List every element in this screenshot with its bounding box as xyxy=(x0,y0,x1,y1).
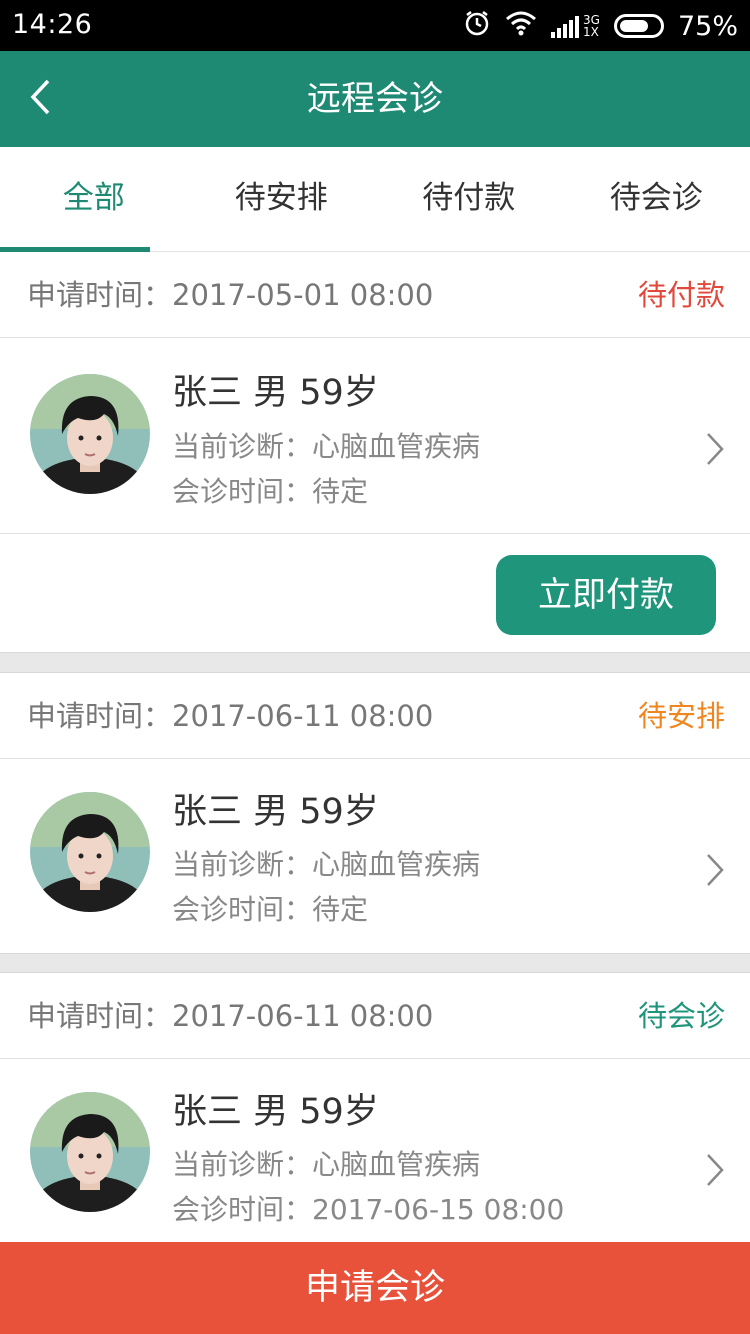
card-body[interactable]: 张三 男 59岁 当前诊断：心脑血管疾病 会诊时间：待定 xyxy=(0,759,750,954)
network-type: 3G 1X xyxy=(583,13,600,39)
card-header: 申请时间：2017-05-01 08:00 待付款 xyxy=(0,252,750,338)
chevron-right-icon xyxy=(706,1153,724,1191)
card-body[interactable]: 张三 男 59岁 当前诊断：心脑血管疾病 会诊时间：待定 xyxy=(0,338,750,533)
consult-time: 会诊时间：待定 xyxy=(172,893,369,926)
battery-percent: 75% xyxy=(677,10,738,42)
diagnosis: 当前诊断：心脑血管疾病 xyxy=(172,1148,481,1181)
tab-pending-payment[interactable]: 待付款 xyxy=(375,147,563,251)
consult-time: 会诊时间：2017-06-15 08:00 xyxy=(172,1193,565,1226)
back-button[interactable] xyxy=(10,69,70,129)
card-footer: 立即付款 xyxy=(0,533,750,652)
consultation-card: 申请时间：2017-06-11 08:00 待会诊 张三 男 59岁 当前诊断：… xyxy=(0,973,750,1254)
chevron-left-icon xyxy=(28,78,52,120)
tab-all[interactable]: 全部 xyxy=(0,147,188,252)
consultation-card: 申请时间：2017-05-01 08:00 待付款 张三 男 59岁 当前诊断：… xyxy=(0,252,750,652)
status-time: 14:26 xyxy=(12,9,93,40)
page-title: 远程会诊 xyxy=(307,79,443,119)
apply-time: 申请时间：2017-05-01 08:00 xyxy=(27,278,434,312)
status-bar: 14:26 3G 1X 75% xyxy=(0,0,750,51)
card-header: 申请时间：2017-06-11 08:00 待安排 xyxy=(0,673,750,759)
card-header: 申请时间：2017-06-11 08:00 待会诊 xyxy=(0,973,750,1059)
divider xyxy=(0,652,750,673)
tab-pending-arrangement[interactable]: 待安排 xyxy=(188,147,376,251)
patient-name: 张三 男 59岁 xyxy=(172,792,379,832)
status-badge: 待安排 xyxy=(637,699,725,733)
status-badge: 待会诊 xyxy=(637,999,725,1033)
consult-time: 会诊时间：待定 xyxy=(172,475,369,508)
tab-bar: 全部 待安排 待付款 待会诊 xyxy=(0,147,750,252)
card-body[interactable]: 张三 男 59岁 当前诊断：心脑血管疾病 会诊时间：2017-06-15 08:… xyxy=(0,1059,750,1254)
apply-consultation-button[interactable]: 申请会诊 xyxy=(0,1242,750,1334)
avatar xyxy=(30,1092,150,1212)
chevron-right-icon xyxy=(706,853,724,891)
wifi-icon xyxy=(505,10,537,43)
patient-name: 张三 男 59岁 xyxy=(172,1092,379,1132)
chevron-right-icon xyxy=(706,432,724,470)
status-badge: 待付款 xyxy=(637,278,725,312)
divider xyxy=(0,953,750,973)
battery-icon xyxy=(613,14,664,38)
apply-time: 申请时间：2017-06-11 08:00 xyxy=(27,699,434,733)
alarm-icon xyxy=(463,9,491,44)
diagnosis: 当前诊断：心脑血管疾病 xyxy=(172,430,481,463)
pay-now-button[interactable]: 立即付款 xyxy=(496,555,716,635)
avatar xyxy=(30,374,150,494)
status-icons: 3G 1X 75% xyxy=(463,8,738,44)
nav-bar: 远程会诊 xyxy=(0,51,750,147)
diagnosis: 当前诊断：心脑血管疾病 xyxy=(172,848,481,881)
consultation-card: 申请时间：2017-06-11 08:00 待安排 张三 男 59岁 当前诊断：… xyxy=(0,673,750,954)
apply-time: 申请时间：2017-06-11 08:00 xyxy=(27,999,434,1033)
avatar xyxy=(30,792,150,912)
signal-icon: 3G 1X xyxy=(551,14,600,38)
patient-name: 张三 男 59岁 xyxy=(172,373,379,413)
tab-pending-consultation[interactable]: 待会诊 xyxy=(563,147,750,251)
